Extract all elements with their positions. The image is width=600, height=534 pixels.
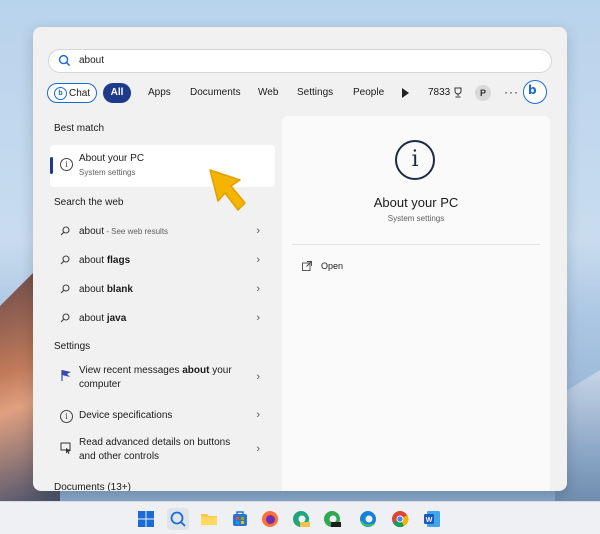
web-result-item[interactable]: about - See web results › [50, 218, 275, 244]
chevron-right-icon[interactable]: › [256, 443, 260, 455]
documents-filter-button[interactable]: Documents [184, 83, 247, 103]
best-match-title: About your PC [79, 153, 145, 164]
settings-result-item[interactable]: i Device specifications › [50, 405, 275, 429]
windows-start-icon[interactable] [136, 509, 156, 529]
monitor-pointer-icon [60, 442, 71, 454]
selection-indicator [50, 157, 53, 174]
settings-result-text: Read advanced details on buttons and oth… [79, 437, 231, 462]
web-result-text: about [79, 313, 107, 324]
info-icon: i [60, 158, 73, 171]
detail-subtitle: System settings [387, 214, 445, 223]
chevron-right-icon[interactable]: › [256, 225, 260, 237]
chevron-right-icon[interactable]: › [256, 312, 260, 324]
arrow-pointer-icon [209, 169, 246, 211]
detail-pane: i About your PC System settings Open [282, 116, 550, 491]
bing-icon: b [528, 83, 537, 97]
detail-title: About your PC [373, 195, 459, 210]
settings-result-text: Device specifications [79, 410, 173, 421]
settings-result-text: View recent messages [79, 365, 183, 376]
search-icon [60, 313, 70, 323]
more-filters-play-icon[interactable] [402, 88, 409, 98]
web-result-item[interactable]: about flags › [50, 247, 275, 273]
best-match-subtitle: System settings [79, 168, 136, 177]
web-result-text: about [79, 255, 107, 266]
search-icon [58, 54, 71, 67]
settings-filter-button[interactable]: Settings [291, 83, 339, 103]
divider [292, 244, 540, 245]
settings-result-item[interactable]: View recent messages about your computer… [50, 362, 275, 398]
file-explorer-icon[interactable] [199, 509, 219, 529]
settings-heading: Settings [54, 341, 91, 352]
web-result-item[interactable]: about java › [50, 305, 275, 331]
settings-result-bold: about [182, 365, 210, 376]
search-icon [60, 226, 70, 236]
filter-bar: b Chat All Apps Documents Web Settings P… [46, 80, 556, 105]
rewards-points[interactable]: 7833 [428, 87, 450, 98]
chevron-right-icon[interactable]: › [256, 254, 260, 266]
bing-button[interactable]: b [523, 80, 547, 104]
search-taskbar-icon[interactable] [167, 508, 189, 530]
web-result-text: about [79, 226, 105, 237]
avatar[interactable]: P [475, 85, 491, 101]
chevron-right-icon[interactable]: › [256, 409, 260, 421]
web-result-hint: - See web results [104, 227, 169, 236]
web-filter-button[interactable]: Web [252, 83, 284, 103]
chevron-right-icon[interactable]: › [256, 283, 260, 295]
search-input[interactable]: about [48, 49, 552, 73]
web-result-bold: blank [106, 284, 133, 295]
documents-heading: Documents (13+) [54, 482, 131, 491]
taskbar: W [0, 501, 600, 534]
settings-result-item[interactable]: Read advanced details on buttons and oth… [50, 434, 275, 470]
chat-filter-button[interactable]: b Chat [47, 83, 97, 103]
rewards-trophy-icon[interactable] [453, 87, 463, 98]
apps-filter-button[interactable]: Apps [142, 83, 177, 103]
info-icon: i [60, 410, 73, 423]
more-options-icon[interactable]: ··· [504, 85, 519, 99]
flag-icon [61, 370, 71, 381]
edge-canary-icon[interactable] [291, 509, 311, 529]
search-query: about [79, 55, 105, 66]
search-icon [60, 255, 70, 265]
word-icon[interactable]: W [422, 509, 442, 529]
search-web-heading: Search the web [54, 197, 124, 208]
best-match-heading: Best match [54, 123, 105, 134]
open-external-icon[interactable] [302, 261, 312, 271]
search-icon [60, 284, 70, 294]
people-filter-button[interactable]: People [347, 83, 390, 103]
web-result-bold: flags [106, 255, 131, 266]
chevron-right-icon[interactable]: › [256, 371, 260, 383]
svg-text:W: W [426, 517, 433, 524]
chat-label: Chat [69, 88, 91, 99]
web-result-item[interactable]: about blank › [50, 276, 275, 302]
chrome-icon[interactable] [390, 509, 410, 529]
firefox-icon[interactable] [260, 509, 280, 529]
store-icon[interactable] [230, 509, 250, 529]
info-icon: i [395, 140, 435, 180]
edge-dev-icon[interactable] [322, 509, 342, 529]
all-filter-button[interactable]: All [103, 83, 131, 103]
start-search-panel: about b Chat All Apps Documents Web Sett… [33, 27, 567, 491]
bing-chat-icon: b [54, 87, 67, 100]
open-action[interactable]: Open [321, 261, 343, 271]
web-result-bold: java [106, 313, 127, 324]
web-result-text: about [79, 284, 107, 295]
edge-icon[interactable] [358, 509, 378, 529]
